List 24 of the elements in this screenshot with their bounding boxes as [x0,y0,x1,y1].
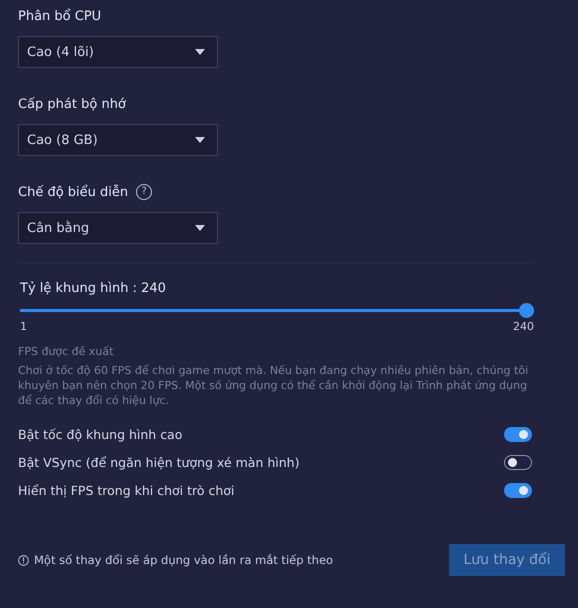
caret-icon [195,137,205,143]
dropdown[interactable]: Cân bằng [18,212,218,244]
dropdown[interactable]: Cao (8 GB) [18,124,218,156]
field-label: Cấp phát bộ nhớ [18,96,126,112]
info-icon [18,554,29,566]
toggle-label: Hiển thị FPS trong khi chơi trò chơi [18,482,234,498]
note-text: Một số thay đổi sẽ áp dụng vào lần ra mắt tiếp theo [34,553,334,567]
recommendation-text: Chơi ở tốc độ 60 FPS để chơi game mượt mà. Nếu bạn đang chạy nhiều phiên bản, chúng tôi khuyên bạn nên chọn 20 FPS. Một số ứng dụng có thể cần khởi động lại Trình phát ứng dụng để các thay đổi có hiệu lực. [18,363,530,408]
toggle-switch[interactable] [504,482,532,498]
min-value: 1 [20,320,27,333]
slider-label: Tỷ lệ khung hình : 240 [20,281,167,298]
toggle-label: Bật tốc độ khung hình cao [18,426,182,442]
toggle-label: Bật VSync (để ngăn hiện tượng xé màn hình) [18,454,300,470]
toggle-switch[interactable] [504,454,532,470]
field-label: Phân bổ CPU [18,8,102,24]
slider-thumb[interactable] [519,303,534,318]
field-label: Chế độ biểu diễn [18,184,128,200]
help-icon[interactable]: ? [136,184,152,200]
recommendation-title: FPS được đề xuất [18,345,114,358]
dropdown[interactable]: Cao (4 lõi) [18,36,218,68]
max-value: 240 [513,320,534,333]
caret-icon [195,225,205,231]
toggle-switch[interactable] [504,426,532,442]
caret-icon [195,49,205,55]
